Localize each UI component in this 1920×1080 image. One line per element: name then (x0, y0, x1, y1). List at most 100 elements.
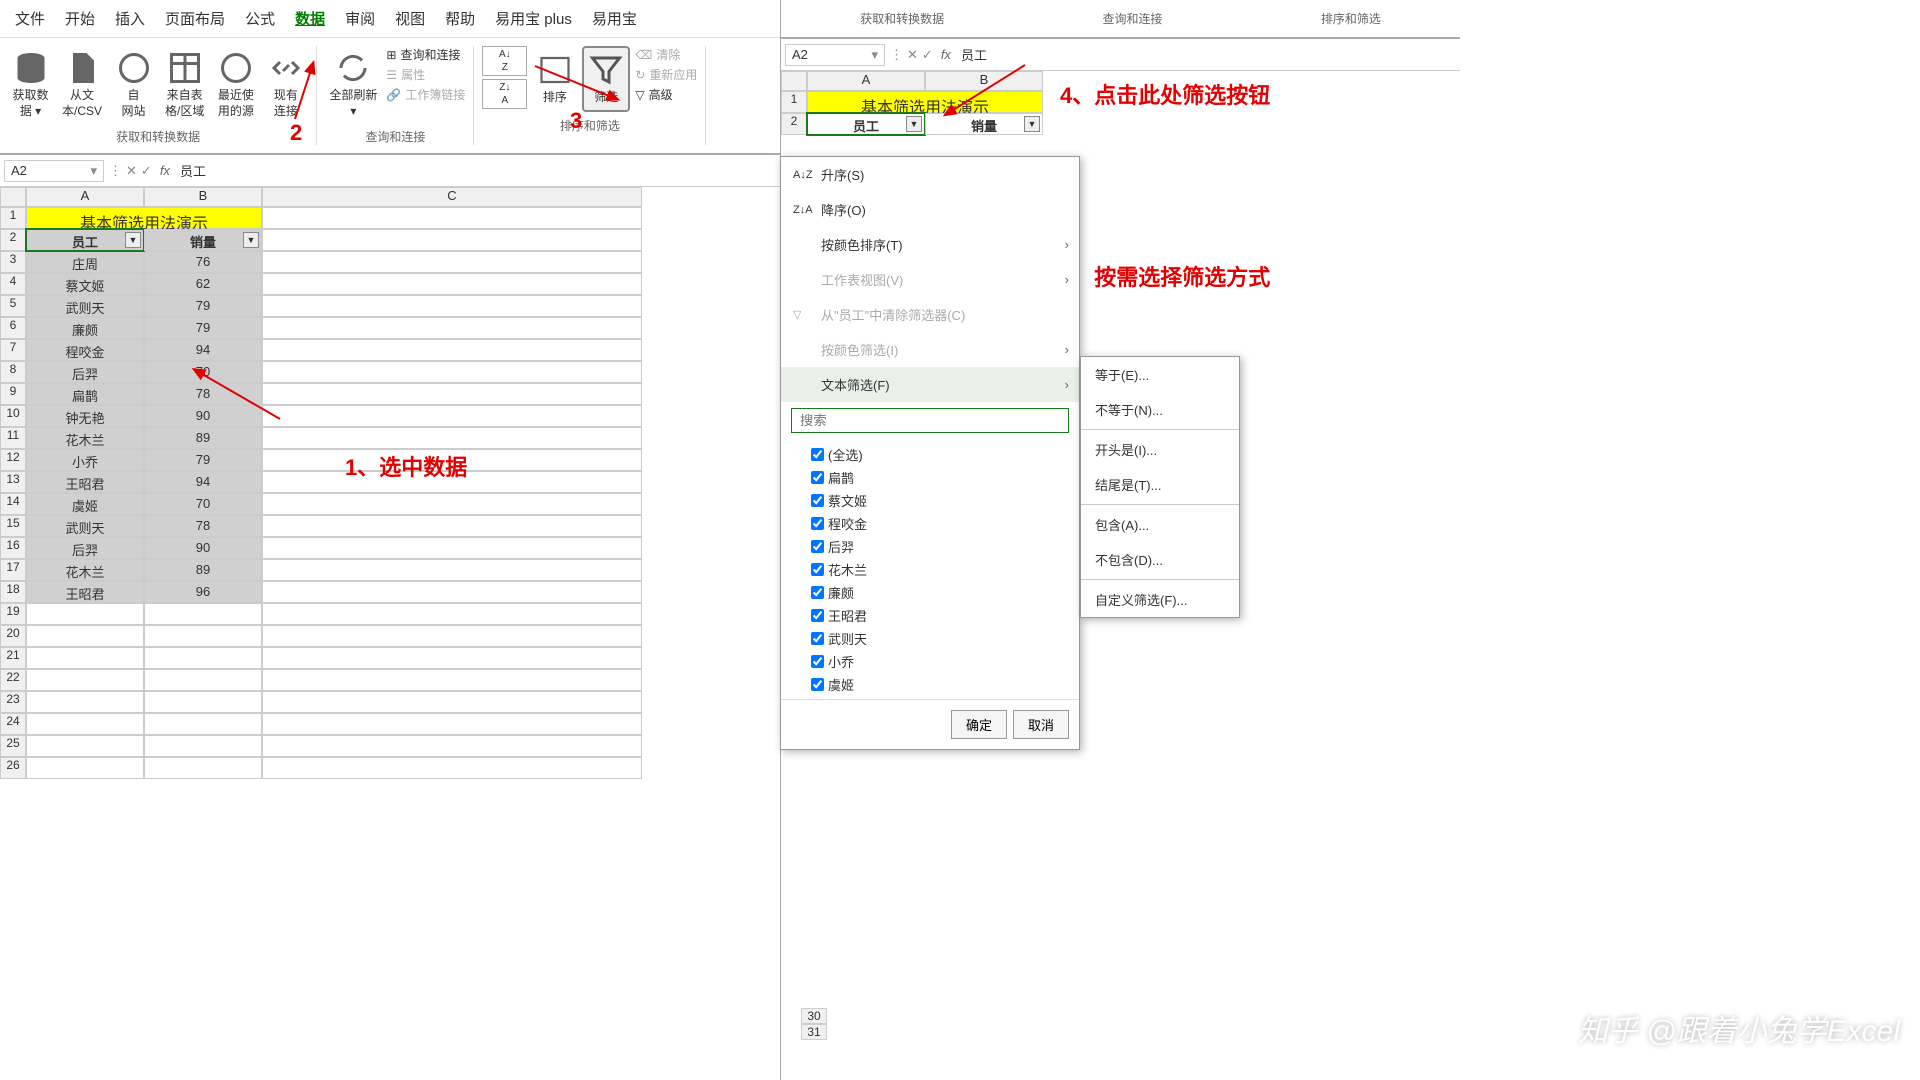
cell[interactable]: 程咬金 (26, 339, 144, 361)
cell[interactable]: 79 (144, 449, 262, 471)
right-header-employee[interactable]: 员工▼ (807, 113, 925, 135)
row-header-15[interactable]: 15 (0, 515, 26, 537)
menu-help[interactable]: 帮助 (445, 8, 475, 29)
row-header-4[interactable]: 4 (0, 273, 26, 295)
check-item[interactable]: 扁鹊 (811, 466, 1069, 489)
row-header-21[interactable]: 21 (0, 647, 26, 669)
col-header-a[interactable]: A (26, 187, 144, 207)
menu-view[interactable]: 视图 (395, 8, 425, 29)
cell[interactable]: 70 (144, 493, 262, 515)
cell[interactable]: 王昭君 (26, 581, 144, 603)
cell[interactable] (144, 757, 262, 779)
row-header-6[interactable]: 6 (0, 317, 26, 339)
cell[interactable] (262, 207, 642, 229)
checkbox[interactable] (811, 609, 824, 622)
cell[interactable]: 78 (144, 515, 262, 537)
check-item[interactable]: 廉颇 (811, 581, 1069, 604)
filter-button[interactable]: 筛选 (582, 46, 630, 112)
cell[interactable] (26, 669, 144, 691)
cell[interactable]: 花木兰 (26, 427, 144, 449)
cell[interactable] (262, 361, 642, 383)
cell[interactable] (26, 735, 144, 757)
cell[interactable]: 76 (144, 251, 262, 273)
cell[interactable]: 蔡文姬 (26, 273, 144, 295)
check-select-all[interactable]: (全选) (811, 443, 1069, 466)
cell[interactable]: 虞姬 (26, 493, 144, 515)
advanced-button[interactable]: ▽高级 (635, 86, 672, 103)
cell[interactable]: 90 (144, 405, 262, 427)
checkbox[interactable] (811, 632, 824, 645)
menu-file[interactable]: 文件 (15, 8, 45, 29)
contains-item[interactable]: 包含(A)... (1081, 507, 1239, 542)
filter-dropdown-a[interactable]: ▼ (125, 232, 141, 248)
row-header-8[interactable]: 8 (0, 361, 26, 383)
header-employee[interactable]: 员工▼ (26, 229, 144, 251)
checkbox[interactable] (811, 448, 824, 461)
row-header-7[interactable]: 7 (0, 339, 26, 361)
fx-icon[interactable]: fx (160, 163, 170, 178)
from-web-button[interactable]: 自 网站 (111, 46, 156, 123)
checkbox[interactable] (811, 540, 824, 553)
cell[interactable] (262, 669, 642, 691)
sort-desc-button[interactable]: Z↓A (482, 79, 527, 109)
name-box[interactable]: A2 ▾ (4, 160, 104, 182)
row-header-16[interactable]: 16 (0, 537, 26, 559)
cell[interactable]: 花木兰 (26, 559, 144, 581)
spreadsheet[interactable]: A B C 1 基本筛选用法演示 2 员工▼ 销量▼ 3 庄周 76 4 蔡文姬… (0, 187, 780, 779)
cell[interactable]: 89 (144, 559, 262, 581)
cell[interactable] (262, 735, 642, 757)
row-header-17[interactable]: 17 (0, 559, 26, 581)
check-item[interactable]: 程咬金 (811, 512, 1069, 535)
cell[interactable] (262, 251, 642, 273)
cell[interactable]: 90 (144, 537, 262, 559)
check-item[interactable]: 花木兰 (811, 558, 1069, 581)
cell[interactable]: 94 (144, 339, 262, 361)
cell[interactable] (262, 229, 642, 251)
row-header-1[interactable]: 1 (0, 207, 26, 229)
cell[interactable] (262, 559, 642, 581)
cell[interactable] (262, 537, 642, 559)
cell[interactable]: 79 (144, 317, 262, 339)
cell[interactable] (26, 691, 144, 713)
cell[interactable] (26, 603, 144, 625)
row-header-23[interactable]: 23 (0, 691, 26, 713)
row-header-3[interactable]: 3 (0, 251, 26, 273)
title-cell[interactable]: 基本筛选用法演示 (26, 207, 262, 229)
check-item[interactable]: 王昭君 (811, 604, 1069, 627)
existing-conn-button[interactable]: 现有 连接 (263, 46, 308, 123)
cell[interactable]: 79 (144, 295, 262, 317)
row-header-5[interactable]: 5 (0, 295, 26, 317)
cancel-icon[interactable]: ✕ (907, 47, 918, 63)
cell[interactable] (26, 625, 144, 647)
begins-with-item[interactable]: 开头是(I)... (1081, 432, 1239, 467)
checkbox[interactable] (811, 494, 824, 507)
row-header-10[interactable]: 10 (0, 405, 26, 427)
cell[interactable] (144, 625, 262, 647)
not-contains-item[interactable]: 不包含(D)... (1081, 542, 1239, 577)
refresh-all-button[interactable]: 全部刷新 ▾ (325, 46, 381, 123)
row-header-31[interactable]: 31 (801, 1024, 827, 1040)
from-csv-button[interactable]: 从文 本/CSV (58, 46, 106, 123)
row-header-24[interactable]: 24 (0, 713, 26, 735)
row-header-2[interactable]: 2 (781, 113, 807, 135)
cell[interactable] (262, 647, 642, 669)
menu-layout[interactable]: 页面布局 (165, 8, 225, 29)
cell[interactable] (262, 625, 642, 647)
col-header-a[interactable]: A (807, 71, 925, 91)
sort-by-color-item[interactable]: 按颜色排序(T)› (781, 227, 1079, 262)
col-header-c[interactable]: C (262, 187, 642, 207)
cell[interactable]: 廉颇 (26, 317, 144, 339)
cell[interactable] (144, 691, 262, 713)
checkbox[interactable] (811, 655, 824, 668)
cell[interactable]: 扁鹊 (26, 383, 144, 405)
right-title-cell[interactable]: 基本筛选用法演示 (807, 91, 1043, 113)
cell[interactable] (262, 427, 642, 449)
right-filter-dropdown-b[interactable]: ▼ (1024, 116, 1040, 132)
menu-insert[interactable]: 插入 (115, 8, 145, 29)
cell[interactable] (262, 317, 642, 339)
menu-data[interactable]: 数据 (295, 8, 325, 29)
cell[interactable]: 62 (144, 273, 262, 295)
row-header-22[interactable]: 22 (0, 669, 26, 691)
formula-input[interactable]: 员工 (178, 159, 776, 182)
cell[interactable]: 小乔 (26, 449, 144, 471)
